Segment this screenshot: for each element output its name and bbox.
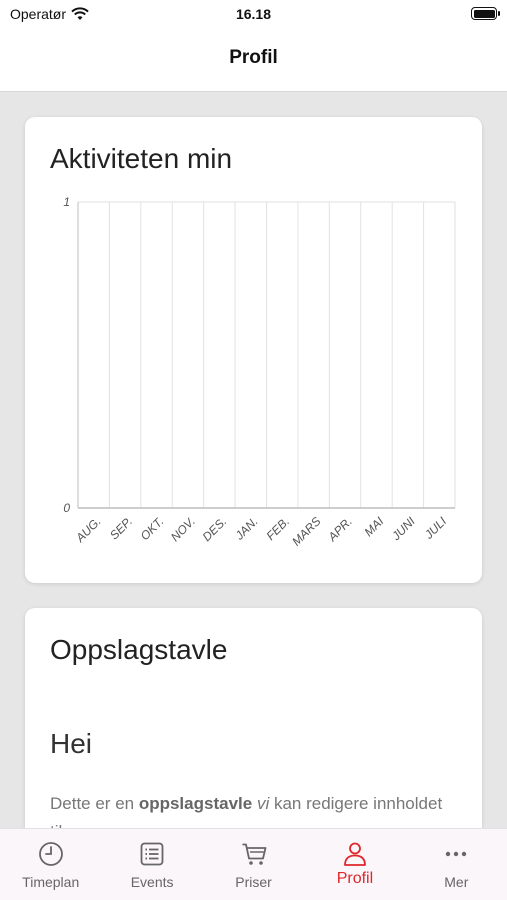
- tab-label: Events: [130, 874, 174, 890]
- tab-label: Priser: [235, 874, 272, 890]
- chart-y-tick: 0: [63, 501, 70, 515]
- chart-x-tick: NOV.: [168, 514, 198, 544]
- chart-y-tick: 1: [63, 195, 70, 209]
- board-text-intro: Dette er en: [50, 794, 139, 813]
- tab-mer[interactable]: Mer: [406, 829, 507, 900]
- board-text-bold: oppslagstavle: [138, 794, 253, 813]
- status-time: 16.18: [235, 6, 272, 22]
- tab-profil[interactable]: Profil: [304, 829, 405, 900]
- chart-x-tick: JAN.: [232, 514, 261, 543]
- list-icon: [140, 842, 164, 866]
- tab-bar: Timeplan Events Priser Profil Mer: [0, 828, 507, 900]
- nav-bar: Profil: [0, 30, 507, 92]
- chart-x-tick: APR.: [325, 514, 355, 544]
- clock-icon: [38, 842, 63, 866]
- board-title: Oppslagstavle: [50, 634, 228, 665]
- person-icon: [344, 842, 366, 866]
- board-heading: Hei: [50, 728, 93, 759]
- tab-label: Mer: [444, 874, 469, 890]
- tab-events[interactable]: Events: [101, 829, 202, 900]
- battery-icon: [471, 7, 500, 20]
- chart-x-tick: MARS: [289, 514, 323, 548]
- tab-label: Profil: [336, 870, 374, 887]
- chart-x-tick: JULI: [421, 514, 450, 543]
- status-bar: Operatør 16.18: [0, 0, 507, 30]
- activity-card: Aktiviteten min 0 1 AUG. SEP. OKT. NOV. DES. JA…: [25, 117, 482, 583]
- tab-priser[interactable]: Priser: [203, 829, 304, 900]
- activity-chart: 01AUG. SEP. OKT. NOV. DES. JAN. FEB.MARS APR. MA…: [63, 195, 456, 549]
- page-title: Profil: [229, 47, 278, 68]
- chart-x-tick: MAI: [361, 514, 386, 539]
- tab-timeplan[interactable]: Timeplan: [0, 829, 101, 900]
- board-text-italic: vi: [256, 794, 270, 813]
- chart-x-tick: DES.: [200, 514, 230, 544]
- tab-label: Timeplan: [22, 874, 80, 890]
- chart-x-tick: AUG.: [72, 514, 103, 545]
- chart-x-tick: OKT.: [138, 514, 167, 543]
- cart-icon: [242, 843, 266, 865]
- chart-x-tick: SEP.: [107, 514, 135, 542]
- more-icon: [446, 851, 467, 857]
- chart-x-tick: JUNI: [388, 514, 418, 544]
